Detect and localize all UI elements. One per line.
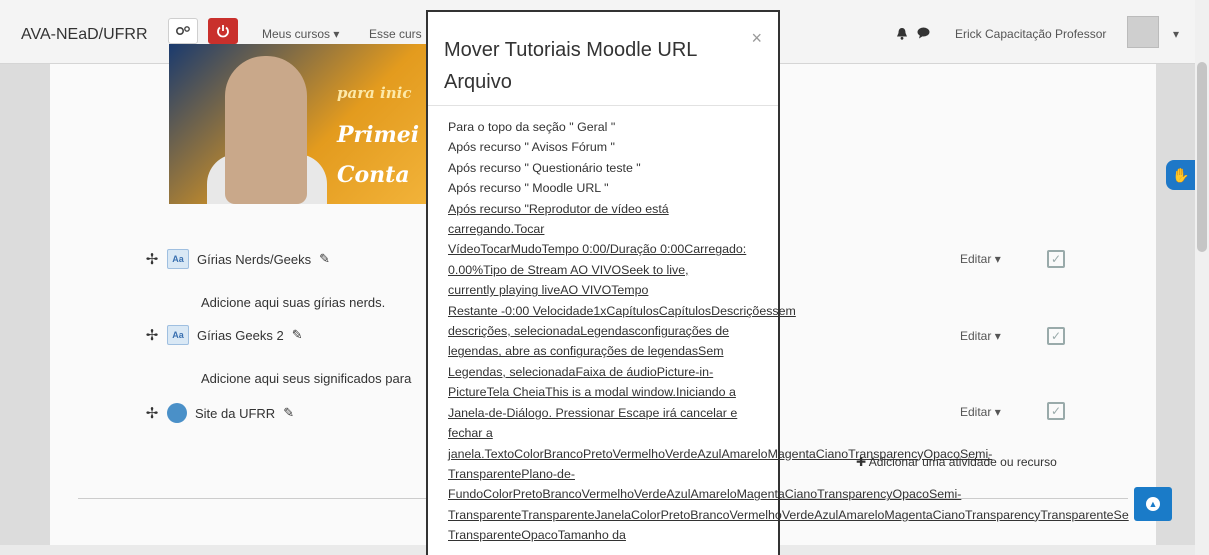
dialog-title: Mover Tutoriais Moodle URL Arquivo [444,39,697,93]
site-brand[interactable]: AVA-NEaD/UFRR [21,26,148,44]
activity-name[interactable]: Gírias Geeks 2 [197,328,284,343]
user-menu-caret-icon[interactable]: ▾ [1173,27,1179,41]
move-target-option[interactable]: Após recurso " Moodle URL " [448,178,1209,198]
move-target-option[interactable]: Após recurso " Avisos Fórum " [448,137,1209,157]
move-target-link[interactable]: TransparenteTransparenteJanelaColorPreto… [448,505,1209,525]
move-target-link[interactable]: 0.00%Tipo de Stream AO VIVOSeek to live, [448,260,1209,280]
move-icon[interactable]: ✢ [145,404,159,422]
menu-meus-cursos[interactable]: Meus cursos ▾ [262,27,339,41]
move-target-link[interactable]: Janela-de-Diálogo. Pressionar Escape irá… [448,403,1209,423]
move-target-link[interactable]: TransparentePlano-de- [448,464,1209,484]
bell-icon[interactable] [896,27,908,43]
chat-icon[interactable] [917,27,930,42]
move-target-link[interactable]: VídeoTocarMudoTempo 0:00/Duração 0:00Car… [448,239,1209,259]
move-target-link[interactable]: TransparenteOpacoTamanho da [448,525,1209,545]
glossary-icon: Aa [167,325,189,345]
gears-icon[interactable] [168,18,198,44]
move-target-option[interactable]: Após recurso " Questionário teste " [448,158,1209,178]
move-target-link[interactable]: janela.TextoColorBrancoPretoVermelhoVerd… [448,444,1209,464]
move-target-link[interactable]: FundoColorPretoBrancoVermelhoVerdeAzulAm… [448,484,1209,504]
activity-name[interactable]: Gírias Nerds/Geeks [197,252,311,267]
activity-description: Adicione aqui seus significados para [201,371,412,386]
video-thumbnail[interactable]: para inic Primei Conta [169,44,429,204]
globe-icon [167,403,187,423]
move-target-option[interactable]: Para o topo da seção " Geral " [448,117,1209,137]
dialog-header: Mover Tutoriais Moodle URL Arquivo × [428,12,778,106]
move-icon[interactable]: ✢ [145,326,159,344]
caret-down-icon: ▾ [333,27,340,41]
activity-row: ✢ Site da UFRR ✎ [145,403,294,423]
move-target-link[interactable]: legendas, abre as configurações de legen… [448,341,1209,361]
activity-row: ✢ Aa Gírias Nerds/Geeks ✎ [145,249,330,269]
glossary-icon: Aa [167,249,189,269]
video-title-line2: Conta [337,162,410,188]
menu-esse-curso[interactable]: Esse curs [369,27,422,41]
move-target-link[interactable]: Legendas, selecionadaFaixa de áudioPictu… [448,362,1209,382]
move-target-link[interactable]: carregando.Tocar [448,219,1209,239]
move-target-link[interactable]: PictureTela CheiaThis is a modal window.… [448,382,1209,402]
move-target-link[interactable]: currently playing liveAO VIVOTempo [448,280,1209,300]
move-target-link[interactable]: descrições, selecionadaLegendasconfigura… [448,321,1209,341]
video-title-line1: Primei [337,122,420,148]
activity-name[interactable]: Site da UFRR [195,406,275,421]
move-target-link[interactable]: fechar a [448,423,1209,443]
video-person [225,56,307,204]
dialog-body: Para o topo da seção " Geral " Após recu… [448,117,1209,546]
pencil-icon[interactable]: ✎ [292,327,303,343]
pencil-icon[interactable]: ✎ [319,251,330,267]
move-target-link[interactable]: Restante -0:00 Velocidade1xCapítulosCapí… [448,301,1209,321]
move-target-link[interactable]: Após recurso "Reprodutor de vídeo está [448,199,1209,219]
activity-row: ✢ Aa Gírias Geeks 2 ✎ [145,325,303,345]
move-icon[interactable]: ✢ [145,250,159,268]
activity-description: Adicione aqui suas gírias nerds. [201,295,386,310]
close-icon[interactable]: × [751,28,762,49]
avatar[interactable] [1127,16,1159,48]
video-banner-text: para inic [337,84,412,102]
user-name[interactable]: Erick Capacitação Professor [955,27,1106,41]
pencil-icon[interactable]: ✎ [283,405,294,421]
power-icon[interactable] [208,18,238,44]
